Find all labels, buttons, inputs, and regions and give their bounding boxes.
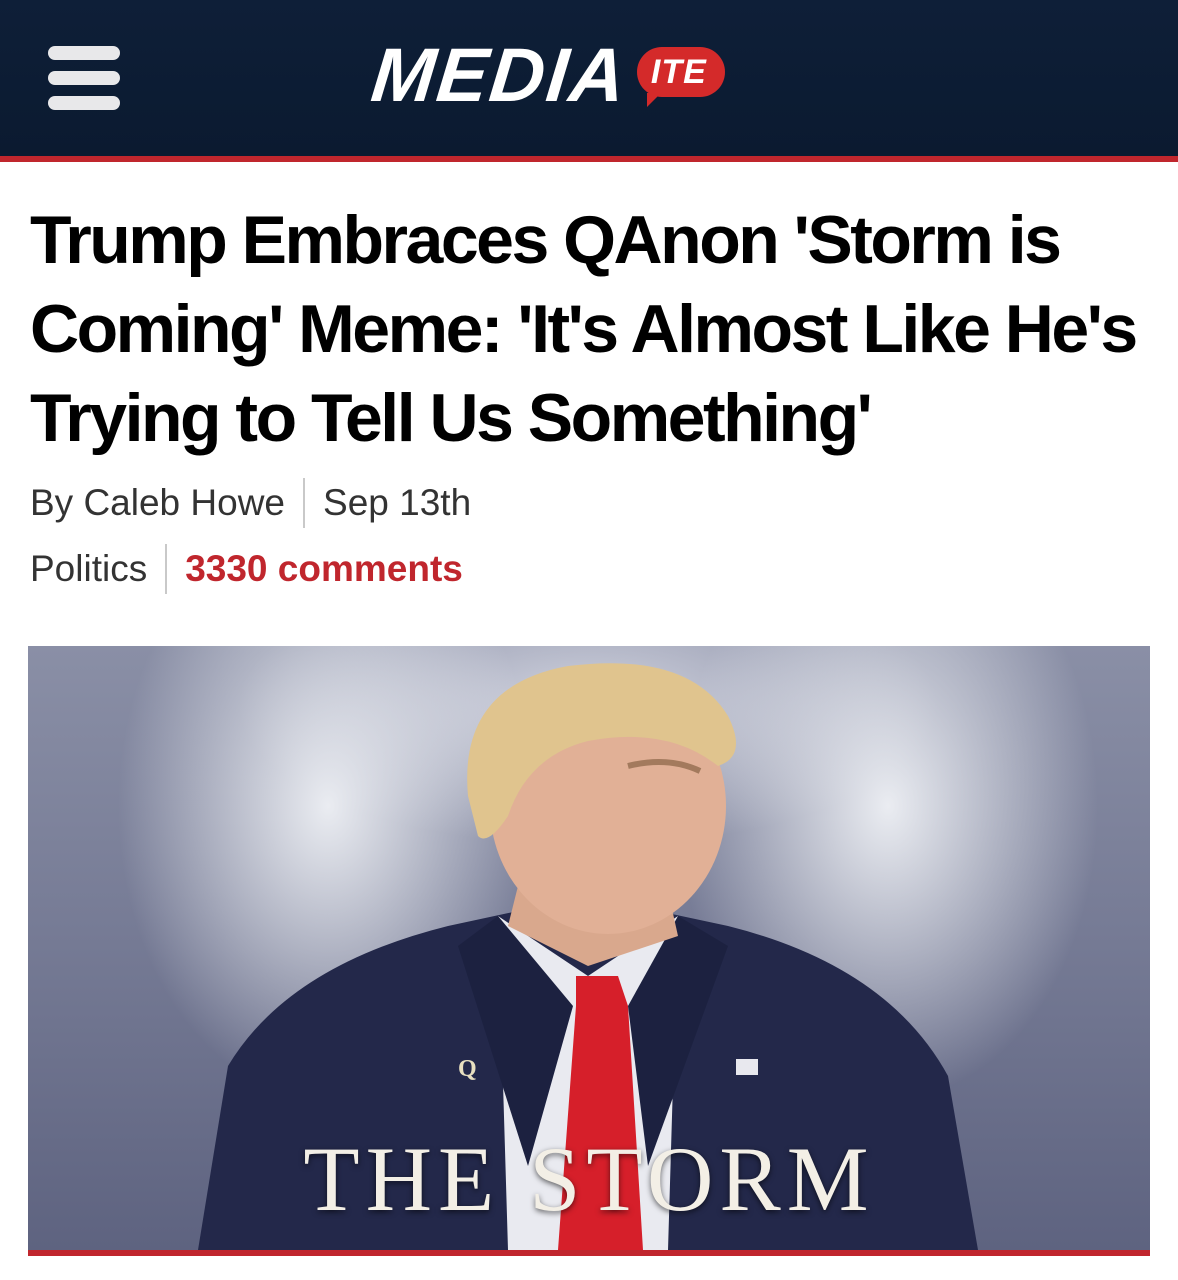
divider [303,478,306,528]
logo-badge: ITE [636,47,725,107]
author-link[interactable]: By Caleb Howe [30,482,285,524]
hamburger-menu-icon[interactable] [48,46,120,110]
divider [165,544,168,594]
feature-image[interactable]: Q THE STORM [28,646,1150,1250]
category-row: Politics 3330 comments [30,544,463,594]
menu-bar [48,71,120,85]
category-link[interactable]: Politics [30,548,147,590]
article-headline: Trump Embraces QAnon 'Storm is Coming' M… [30,202,1138,456]
image-bottom-rule [28,1250,1150,1256]
site-logo[interactable]: MEDIA ITE [368,33,725,118]
byline-row: By Caleb Howe Sep 13th [30,478,471,528]
logo-wordmark: MEDIA [367,33,632,118]
flag-pin [736,1059,758,1075]
menu-bar [48,96,120,110]
site-header: MEDIA ITE [0,0,1178,162]
menu-bar [48,46,120,60]
publish-date: Sep 13th [323,482,472,523]
storm-caption: THE STORM [303,1128,875,1230]
comments-link[interactable]: 3330 comments [185,548,463,590]
lapel-pin-q: Q [458,1056,477,1082]
